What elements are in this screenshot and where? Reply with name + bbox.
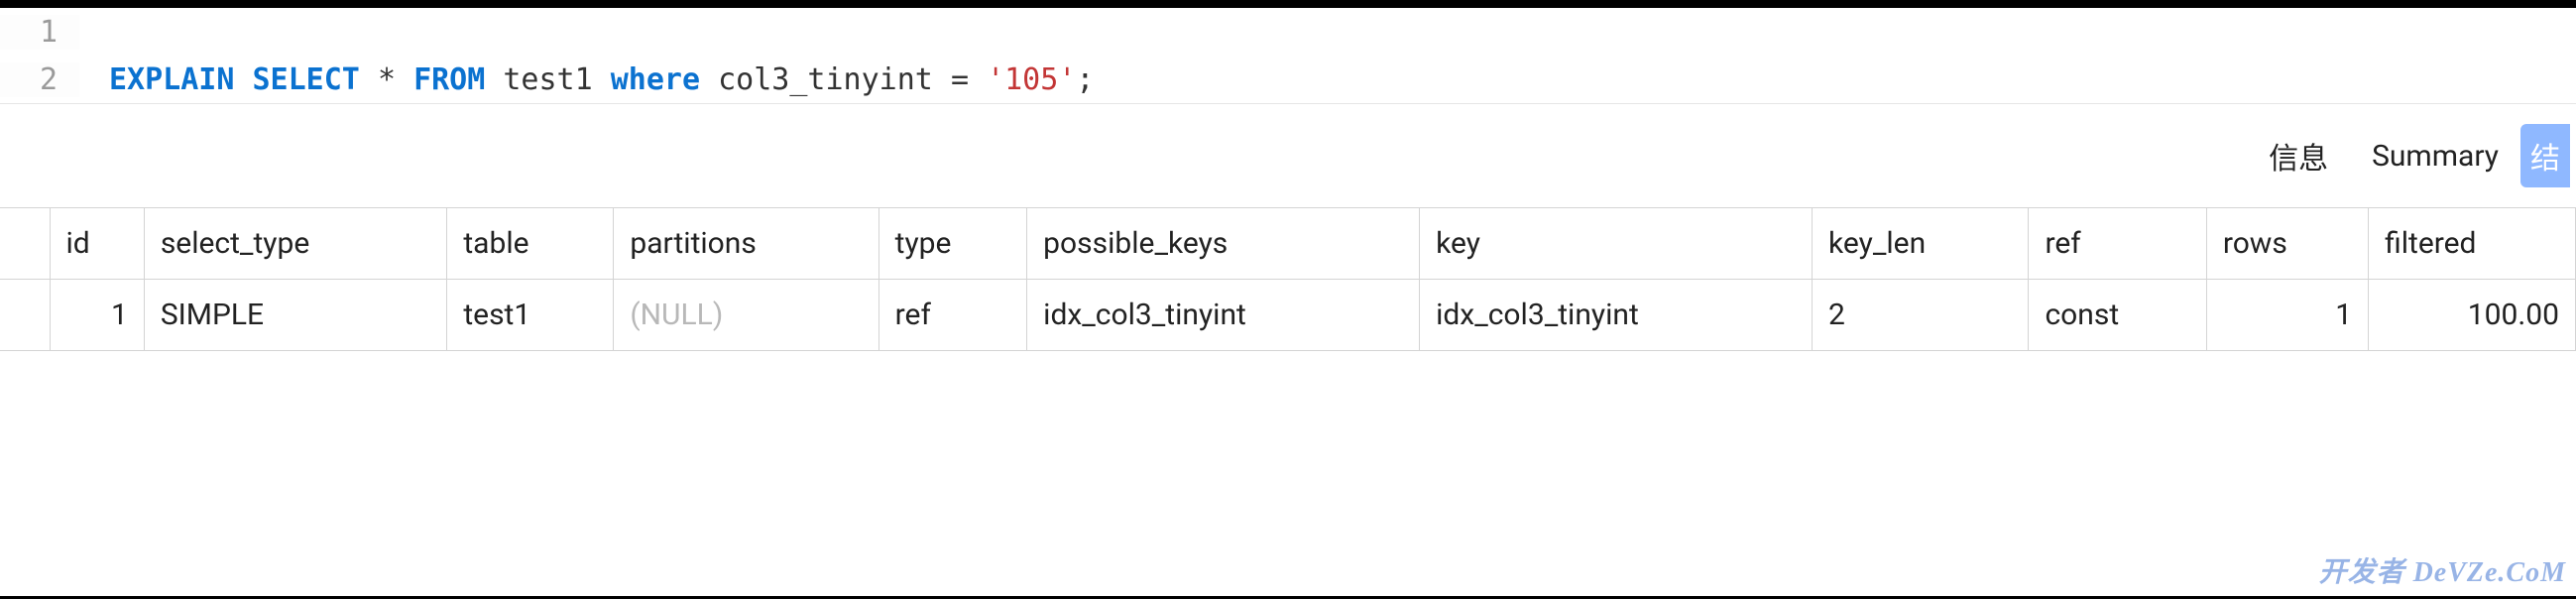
code-line: 1 [0, 8, 2576, 56]
col-header-blank[interactable] [0, 208, 50, 280]
cell-rows: 1 [2206, 280, 2368, 351]
col-header-possible-keys[interactable]: possible_keys [1027, 208, 1420, 280]
col-header-key[interactable]: key [1420, 208, 1813, 280]
cell-table: test1 [447, 280, 614, 351]
cell-id: 1 [50, 280, 144, 351]
col-header-partitions[interactable]: partitions [614, 208, 878, 280]
col-header-type[interactable]: type [878, 208, 1027, 280]
cell-key-len: 2 [1813, 280, 2029, 351]
cell-select-type: SIMPLE [144, 280, 447, 351]
col-header-rows[interactable]: rows [2206, 208, 2368, 280]
code-content[interactable]: EXPLAIN SELECT * FROM test1 where col3_t… [79, 62, 1094, 97]
col-header-ref[interactable]: ref [2029, 208, 2206, 280]
cell-possible-keys: idx_col3_tinyint [1027, 280, 1420, 351]
table-row[interactable]: 1 SIMPLE test1 (NULL) ref idx_col3_tinyi… [0, 280, 2576, 351]
cell-blank [0, 280, 50, 351]
tab-summary[interactable]: Summary [2350, 129, 2520, 183]
cell-type: ref [878, 280, 1027, 351]
result-tabs: 信息 Summary 结 [0, 103, 2576, 207]
cell-ref: const [2029, 280, 2206, 351]
cell-partitions: (NULL) [614, 280, 878, 351]
col-header-key-len[interactable]: key_len [1813, 208, 2029, 280]
cell-filtered: 100.00 [2369, 280, 2576, 351]
col-header-filtered[interactable]: filtered [2369, 208, 2576, 280]
table-header-row: id select_type table partitions type pos… [0, 208, 2576, 280]
results-table: id select_type table partitions type pos… [0, 207, 2576, 351]
col-header-select-type[interactable]: select_type [144, 208, 447, 280]
results-table-container: id select_type table partitions type pos… [0, 207, 2576, 351]
code-line: 2 EXPLAIN SELECT * FROM test1 where col3… [0, 56, 2576, 103]
line-number: 2 [0, 62, 79, 97]
tab-result[interactable]: 结 [2520, 124, 2570, 187]
line-number: 1 [0, 15, 79, 50]
tab-info[interactable]: 信息 [2247, 124, 2350, 187]
col-header-id[interactable]: id [50, 208, 144, 280]
col-header-table[interactable]: table [447, 208, 614, 280]
code-editor[interactable]: 1 2 EXPLAIN SELECT * FROM test1 where co… [0, 8, 2576, 103]
watermark: 开发者 DeVZe.CoM [2319, 550, 2566, 590]
cell-key: idx_col3_tinyint [1420, 280, 1813, 351]
